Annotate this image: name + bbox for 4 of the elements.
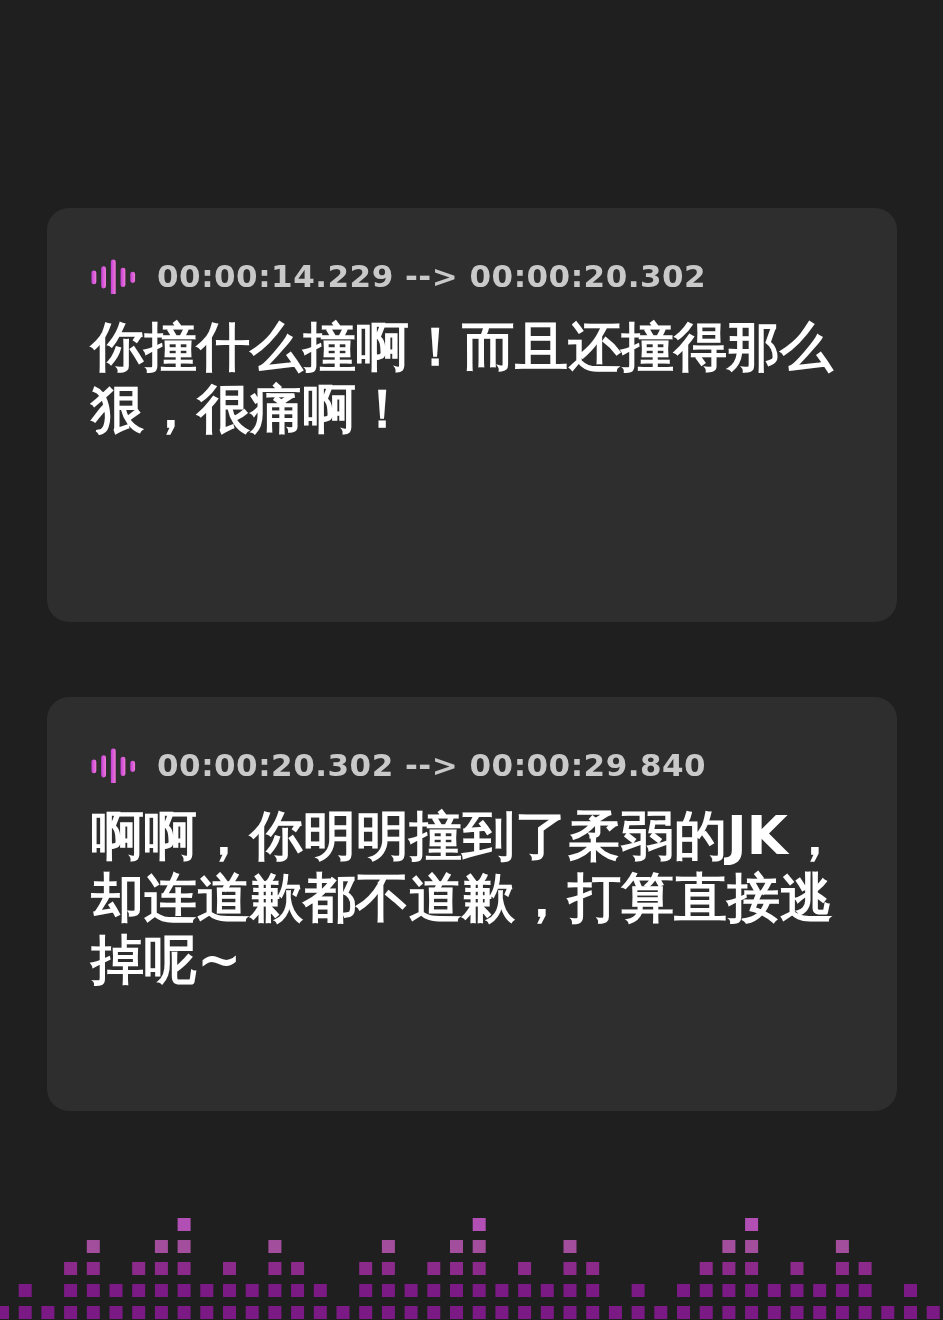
timestamp: 00:00:14.229 --> 00:00:20.302 <box>157 258 707 294</box>
subtitle-text: 啊啊，你明明撞到了柔弱的JK，却连道歉都不道歉，打算直接逃掉呢~ <box>91 805 842 991</box>
subtitle-text: 你撞什么撞啊！而且还撞得那么狠，很痛啊！ <box>91 316 835 440</box>
timestamp: 00:00:20.302 --> 00:00:29.840 <box>157 747 707 783</box>
